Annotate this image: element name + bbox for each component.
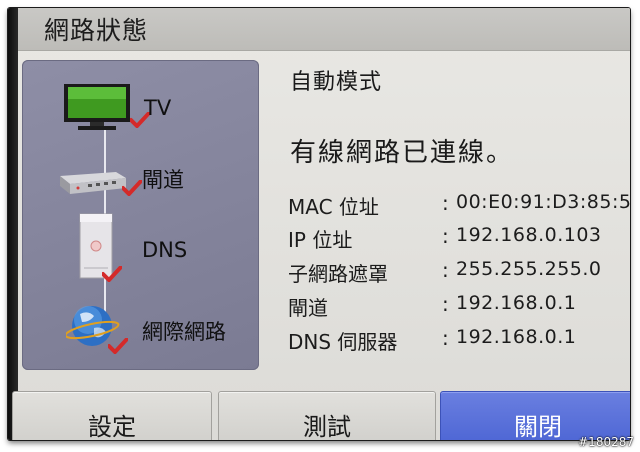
node-label-dns: DNS: [142, 238, 188, 262]
info-separator: :: [442, 258, 449, 282]
connection-mode: 自動模式: [290, 70, 383, 95]
check-icon: [121, 179, 143, 197]
router-icon: [56, 168, 128, 204]
network-diagram: TV 閘道 DNS 網際網路: [22, 60, 259, 370]
info-label: MAC 位址: [288, 195, 379, 219]
info-value: 00:E0:91:D3:85:59: [456, 191, 630, 213]
close-button[interactable]: 關閉: [440, 391, 630, 440]
info-label: 閘道: [288, 296, 328, 320]
info-value: 192.168.0.1: [456, 292, 577, 314]
node-label-internet: 網際網路: [142, 320, 226, 344]
info-value: 192.168.0.103: [456, 224, 602, 246]
window-title: 網路狀態: [44, 16, 149, 45]
tv-screen: 網路狀態 TV 閘道 DNS 網際網路 自動模式 有線網路已連線。 MAC 位址…: [8, 8, 630, 440]
info-separator: :: [442, 292, 449, 316]
title-bar: 網路狀態: [18, 8, 630, 51]
tv-icon: [62, 82, 132, 136]
connection-status: 有線網路已連線。: [290, 138, 515, 168]
node-label-tv: TV: [144, 96, 172, 120]
check-icon: [107, 337, 129, 355]
info-value: 192.168.0.1: [456, 326, 577, 348]
info-value: 255.255.255.0: [456, 258, 602, 280]
info-separator: :: [442, 224, 449, 248]
node-label-gateway: 閘道: [142, 168, 184, 192]
check-icon: [101, 265, 123, 283]
settings-button[interactable]: 設定: [12, 391, 212, 440]
info-separator: :: [442, 326, 449, 350]
bezel: [8, 8, 18, 440]
watermark: #180287: [578, 435, 634, 449]
info-label: IP 位址: [288, 228, 353, 252]
test-button[interactable]: 測試: [218, 391, 436, 440]
info-separator: :: [442, 191, 449, 215]
info-label: DNS 伺服器: [288, 330, 398, 354]
info-label: 子網路遮罩: [288, 262, 388, 286]
